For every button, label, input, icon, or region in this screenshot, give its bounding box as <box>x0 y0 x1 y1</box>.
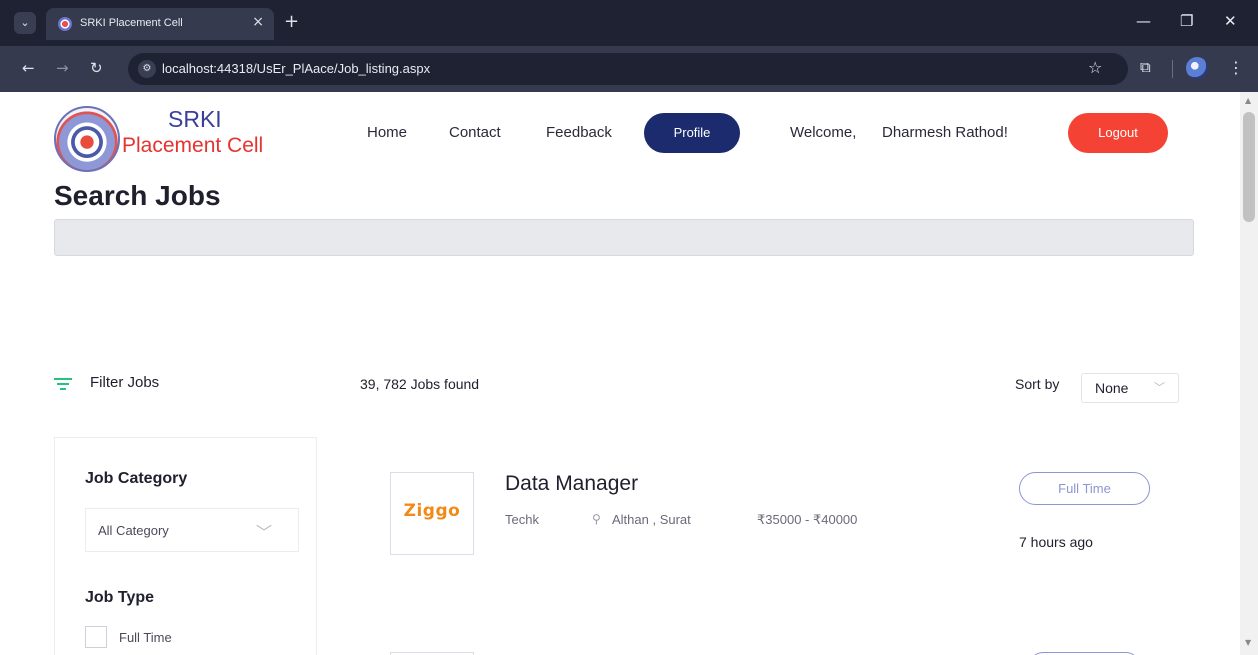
page-scrollbar[interactable]: ▲ ▼ <box>1240 92 1258 655</box>
nav-feedback[interactable]: Feedback <box>546 124 612 141</box>
job-salary: ₹35000 - ₹40000 <box>757 512 858 527</box>
brand-subtitle[interactable]: Placement Cell <box>122 134 263 158</box>
scroll-down-icon[interactable]: ▼ <box>1245 638 1251 647</box>
job-company: Techk <box>505 512 539 527</box>
company-logo-text: Ziggo <box>403 501 461 521</box>
address-bar[interactable]: ⚙ localhost:44318/UsEr_PlAace/Job_listin… <box>128 53 1128 85</box>
job-category-value: All Category <box>98 523 169 538</box>
scroll-up-icon[interactable]: ▲ <box>1245 96 1251 105</box>
filter-icon[interactable] <box>54 378 72 392</box>
sort-value: None <box>1095 380 1129 396</box>
search-input[interactable] <box>54 219 1194 256</box>
kebab-icon[interactable]: ⋮ <box>1228 58 1244 77</box>
full-time-checkbox[interactable] <box>85 626 107 648</box>
window-close-icon[interactable]: ✕ <box>1224 12 1237 30</box>
brand-name[interactable]: SRKI <box>168 106 222 133</box>
job-location: Althan , Surat <box>612 512 691 527</box>
job-category-select[interactable]: All Category ﹀ <box>85 508 299 552</box>
logout-button[interactable]: Logout <box>1068 113 1168 153</box>
arrow-right-icon[interactable]: → <box>56 59 69 77</box>
job-title[interactable]: Data Manager <box>505 472 638 496</box>
toolbar-divider <box>1172 60 1173 78</box>
sort-by-label: Sort by <box>1015 376 1060 392</box>
filter-sidebar: Job Category All Category ﹀ Job Type Ful… <box>54 437 317 655</box>
url-text[interactable]: localhost:44318/UsEr_PlAace/Job_listing.… <box>162 61 430 76</box>
tab-title: SRKI Placement Cell <box>80 17 183 29</box>
browser-toolbar: ← → ↻ ⚙ localhost:44318/UsEr_PlAace/Job_… <box>0 46 1258 92</box>
welcome-text: Welcome, <box>790 124 857 141</box>
site-info-icon[interactable]: ⚙ <box>138 60 156 78</box>
browser-tab-bar: ⌄ SRKI Placement Cell × + — ❐ ✕ <box>0 0 1258 46</box>
page-title: Search Jobs <box>54 180 221 211</box>
scroll-thumb[interactable] <box>1243 112 1255 222</box>
job-posted-time: 7 hours ago <box>1019 534 1093 550</box>
filter-jobs-label[interactable]: Filter Jobs <box>90 374 159 391</box>
plus-icon[interactable]: + <box>284 11 299 32</box>
full-time-label[interactable]: Full Time <box>119 630 172 645</box>
star-icon[interactable]: ☆ <box>1088 58 1102 77</box>
browser-profile-avatar[interactable] <box>1186 57 1208 79</box>
srki-logo[interactable] <box>54 106 120 172</box>
job-category-heading: Job Category <box>85 470 188 487</box>
page-content: SRKI Placement Cell Home Contact Feedbac… <box>0 92 1240 655</box>
jobs-found-count: 39, 782 Jobs found <box>360 376 480 392</box>
location-pin-icon: ⚲ <box>592 512 601 526</box>
user-name: Dharmesh Rathod! <box>882 124 1008 141</box>
job-type-badge[interactable]: Full Time <box>1019 472 1150 505</box>
chevron-down-icon: ﹀ <box>256 523 273 542</box>
nav-home[interactable]: Home <box>367 124 407 141</box>
site-favicon <box>58 17 72 31</box>
company-logo[interactable]: Ziggo <box>390 472 474 555</box>
nav-contact[interactable]: Contact <box>449 124 501 141</box>
chevron-down-icon: ﹀ <box>1154 381 1165 394</box>
restore-icon[interactable]: ❐ <box>1180 12 1193 30</box>
chevron-down-icon[interactable]: ⌄ <box>14 12 36 34</box>
browser-tab[interactable]: SRKI Placement Cell × <box>46 8 274 40</box>
sort-select[interactable]: None ﹀ <box>1081 373 1179 403</box>
minimize-icon[interactable]: — <box>1136 12 1151 30</box>
reload-icon[interactable]: ↻ <box>90 59 103 77</box>
arrow-left-icon[interactable]: ← <box>22 59 35 77</box>
close-icon[interactable]: × <box>252 14 264 30</box>
puzzle-icon[interactable]: ⧉ <box>1140 58 1151 76</box>
profile-button[interactable]: Profile <box>644 113 740 153</box>
job-type-heading: Job Type <box>85 589 155 606</box>
